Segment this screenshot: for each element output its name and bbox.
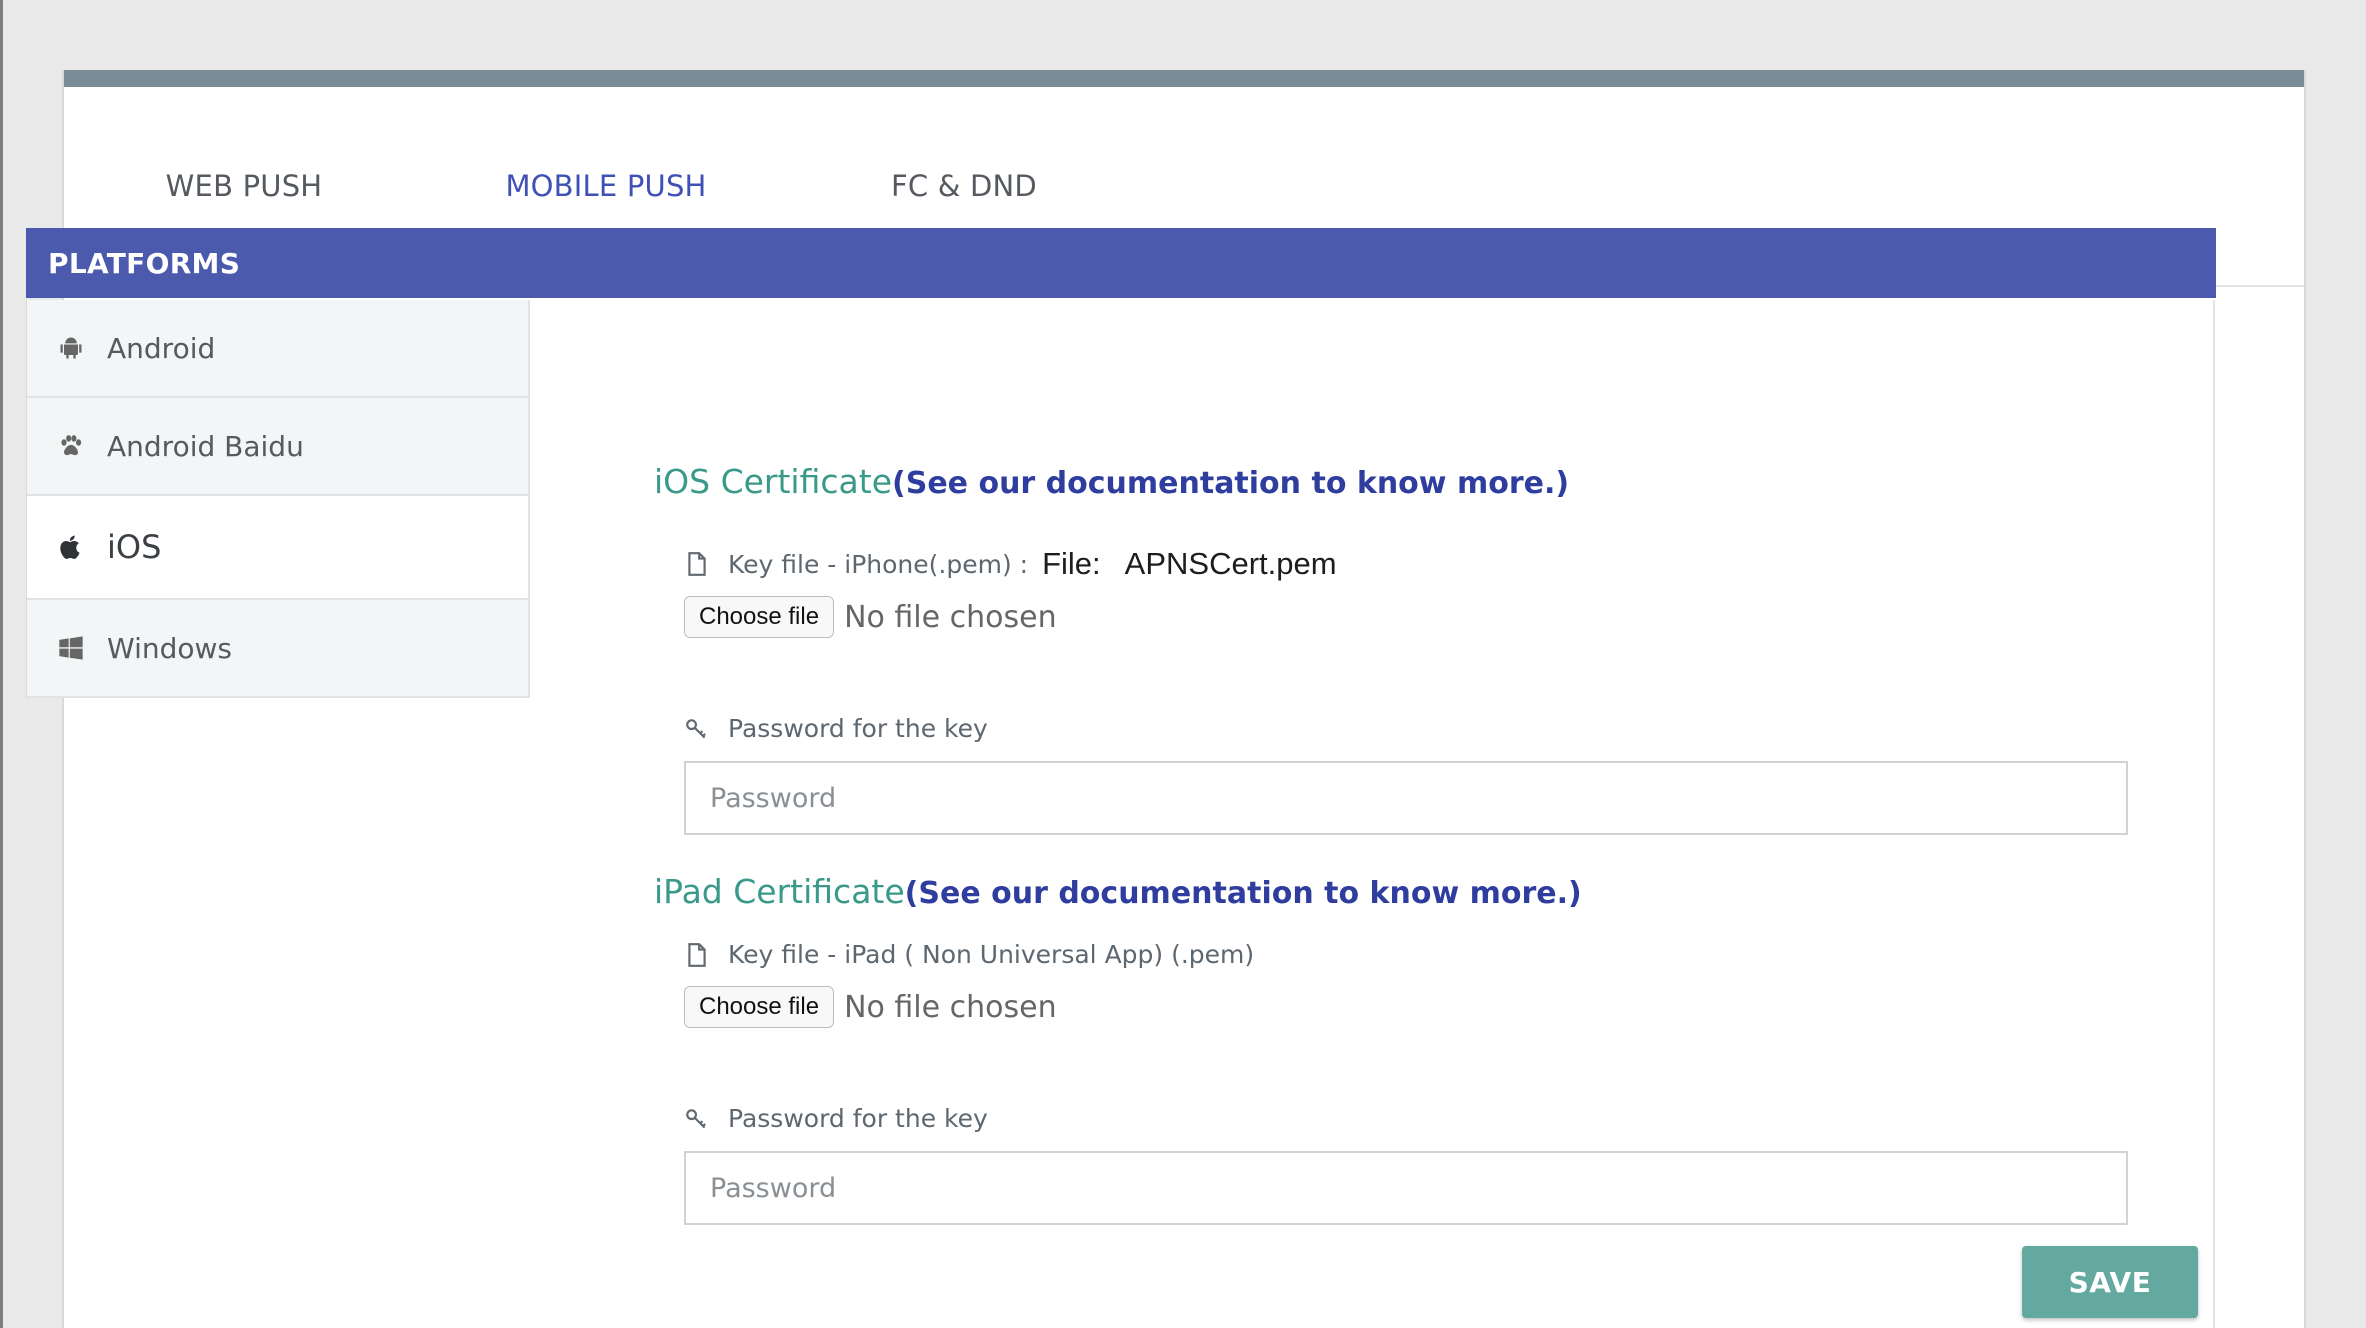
ipad-no-file-text: No file chosen: [844, 989, 1057, 1025]
ios-certificate-title: iOS Certificate(See our documentation to…: [654, 462, 1569, 501]
sidebar-item-label: Android: [107, 331, 216, 365]
ipad-key-file-label: Key file - iPad ( Non Universal App) (.p…: [684, 940, 1254, 969]
ipad-password-input[interactable]: [684, 1151, 2128, 1225]
ipad-choose-file-button[interactable]: Choose file: [684, 986, 835, 1028]
ios-current-file-name: APNSCert.pem: [1124, 546, 1337, 581]
ipad-title-text: iPad Certificate: [654, 872, 905, 911]
ipad-file-picker: Choose file No file chosen: [684, 986, 1057, 1028]
ipad-key-file-text: Key file - iPad ( Non Universal App) (.p…: [728, 940, 1255, 969]
file-icon: [688, 552, 706, 576]
sidebar-item-ios[interactable]: iOS: [27, 496, 528, 600]
sidebar-item-android[interactable]: Android: [27, 300, 528, 398]
ios-choose-file-button[interactable]: Choose file: [684, 596, 835, 638]
ipad-doc-link[interactable]: (See our documentation to know more.): [905, 876, 1582, 911]
file-prefix: File:: [1042, 546, 1101, 581]
key-icon: [686, 718, 706, 738]
ios-key-file-label: Key file - iPhone(.pem) : File: APNSCert.…: [684, 546, 1337, 582]
ipad-password-label-text: Password for the key: [728, 1104, 988, 1133]
sidebar-item-label: iOS: [107, 528, 162, 566]
ipad-password-label: Password for the key: [684, 1104, 988, 1133]
ipad-certificate-title: iPad Certificate(See our documentation t…: [654, 872, 1582, 911]
ios-title-text: iOS Certificate: [654, 462, 892, 501]
sidebar-item-android-baidu[interactable]: Android Baidu: [27, 398, 528, 496]
save-button[interactable]: SAVE: [2022, 1246, 2198, 1318]
paw-icon: [57, 432, 85, 460]
platforms-header: PLATFORMS: [26, 228, 2216, 298]
platform-sidebar: Android Android Baidu iOS Windows: [26, 300, 530, 698]
sidebar-item-label: Android Baidu: [107, 429, 304, 463]
ios-file-picker: Choose file No file chosen: [684, 596, 1057, 638]
ios-no-file-text: No file chosen: [844, 599, 1057, 635]
android-icon: [57, 334, 85, 362]
windows-icon: [57, 634, 85, 662]
ios-password-label-text: Password for the key: [728, 714, 988, 743]
sidebar-item-label: Windows: [107, 631, 232, 665]
ios-password-label: Password for the key: [684, 714, 988, 743]
ios-key-file-text: Key file - iPhone(.pem) :: [728, 549, 1029, 579]
ios-doc-link[interactable]: (See our documentation to know more.): [892, 466, 1569, 501]
apple-icon: [57, 533, 85, 561]
ios-current-file: File: APNSCert.pem: [1042, 546, 1336, 582]
ios-password-input[interactable]: [684, 761, 2128, 835]
sidebar-item-windows[interactable]: Windows: [27, 600, 528, 698]
key-icon: [686, 1108, 706, 1128]
card-top-bar: [64, 70, 2304, 87]
file-icon: [688, 942, 706, 967]
window-edge: [0, 0, 3, 1328]
